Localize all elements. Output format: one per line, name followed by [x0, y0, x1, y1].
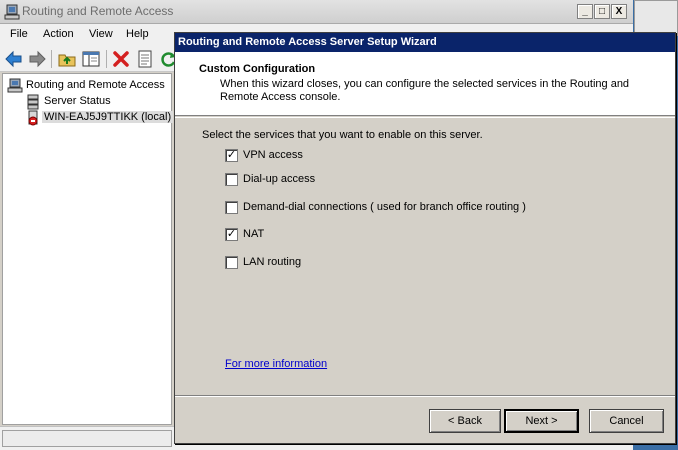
close-button[interactable]: X — [611, 4, 627, 19]
properties-icon[interactable] — [135, 49, 155, 69]
demand-dial-checkbox[interactable] — [225, 201, 238, 214]
lan-routing-checkbox[interactable] — [225, 256, 238, 269]
setup-wizard-dialog: Routing and Remote Access Server Setup W… — [174, 32, 676, 444]
menu-file[interactable]: File — [10, 28, 28, 40]
tree-item-label: Routing and Remote Access — [26, 79, 165, 91]
show-hide-tree-icon[interactable] — [81, 49, 101, 69]
vpn-access-checkbox[interactable]: ✓ — [225, 149, 238, 162]
menu-view[interactable]: View — [89, 28, 113, 40]
instruction-text: Select the services that you want to ena… — [202, 129, 483, 141]
server-stopped-icon — [28, 110, 38, 126]
desktop-window-edge — [634, 0, 678, 36]
console-titlebar[interactable]: Routing and Remote Access _ □ X — [0, 0, 633, 24]
service-label: Dial-up access — [243, 173, 316, 185]
back-button[interactable]: < Back — [429, 409, 501, 433]
menu-help[interactable]: Help — [126, 28, 149, 40]
toolbar-separator — [51, 50, 52, 68]
cancel-button[interactable]: Cancel — [589, 409, 664, 433]
console-title: Routing and Remote Access — [22, 4, 174, 18]
service-label: NAT — [243, 228, 265, 240]
next-button[interactable]: Next > — [504, 409, 579, 433]
toolbar-separator — [106, 50, 107, 68]
service-label: LAN routing — [243, 256, 302, 268]
more-information-link[interactable]: For more information — [225, 358, 327, 370]
server-icon — [7, 78, 23, 93]
menu-action[interactable]: Action — [43, 28, 74, 40]
wizard-title: Routing and Remote Access Server Setup W… — [178, 36, 437, 48]
tree-item-label: WIN-EAJ5J9TTIKK (local) — [42, 111, 174, 123]
delete-icon[interactable] — [111, 49, 131, 69]
forward-arrow-icon[interactable] — [27, 49, 47, 69]
maximize-button[interactable]: □ — [594, 4, 610, 19]
back-arrow-icon[interactable] — [4, 49, 24, 69]
wizard-titlebar[interactable]: Routing and Remote Access Server Setup W… — [175, 33, 675, 52]
button-area-divider-highlight — [175, 396, 675, 397]
server-stack-icon — [27, 94, 39, 110]
minimize-button[interactable]: _ — [577, 4, 593, 19]
console-tree: Routing and Remote Access Server Status … — [2, 73, 174, 425]
wizard-header: Custom Configuration When this wizard cl… — [175, 52, 675, 116]
wizard-page-description: When this wizard closes, you can configu… — [220, 78, 630, 103]
up-folder-icon[interactable] — [57, 49, 77, 69]
wizard-page-title: Custom Configuration — [199, 63, 316, 75]
dial-up-access-checkbox[interactable] — [225, 173, 238, 186]
service-label: Demand-dial connections ( used for branc… — [243, 201, 526, 213]
wizard-body: Select the services that you want to ena… — [175, 118, 675, 398]
tree-item-label: Server Status — [44, 95, 111, 107]
server-icon — [4, 4, 20, 20]
service-label: VPN access — [243, 149, 303, 161]
nat-checkbox[interactable]: ✓ — [225, 228, 238, 241]
status-bar-cell — [2, 430, 172, 447]
